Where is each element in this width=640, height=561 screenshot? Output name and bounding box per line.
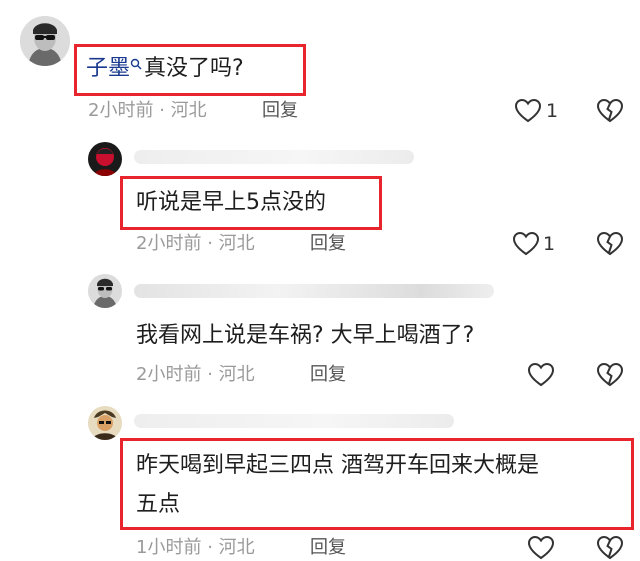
username-blurred xyxy=(134,284,494,298)
avatar-image xyxy=(88,406,122,440)
location: 河北 xyxy=(218,364,255,385)
heart-outline-icon[interactable] xyxy=(512,231,540,257)
username-blurred xyxy=(134,414,454,428)
separator: · xyxy=(159,100,165,121)
avatar-image xyxy=(20,16,70,66)
comment-meta: 2小时前 · 河北 xyxy=(88,102,207,120)
avatar[interactable] xyxy=(88,274,122,308)
username-blurred xyxy=(134,150,414,164)
comment-body: 真没了吗? xyxy=(144,56,244,81)
broken-heart-icon[interactable] xyxy=(596,362,624,388)
timestamp: 1小时前 xyxy=(136,537,202,558)
location: 河北 xyxy=(218,233,255,254)
heart-outline-icon[interactable] xyxy=(527,535,555,561)
comment-body-line2: 五点 xyxy=(136,492,181,517)
comment-meta: 2小时前 · 河北 xyxy=(136,235,255,253)
avatar-image xyxy=(88,274,122,308)
comment-meta: 1小时前 · 河北 xyxy=(136,539,255,557)
timestamp: 2小时前 xyxy=(136,233,202,254)
highlight-box xyxy=(120,438,634,530)
separator: · xyxy=(207,364,213,385)
separator: · xyxy=(207,537,213,558)
reply-button[interactable]: 回复 xyxy=(310,235,346,253)
timestamp: 2小时前 xyxy=(88,100,154,121)
location: 河北 xyxy=(170,100,207,121)
separator: · xyxy=(207,233,213,254)
comment-body-line1: 昨天喝到早起三四点 酒驾开车回来大概是 xyxy=(136,453,539,478)
avatar[interactable] xyxy=(20,16,70,66)
broken-heart-icon[interactable] xyxy=(596,231,624,257)
comment-body: 我看网上说是车祸? 大早上喝酒了? xyxy=(136,323,475,348)
avatar-image xyxy=(88,142,122,176)
avatar[interactable] xyxy=(88,142,122,176)
broken-heart-icon[interactable] xyxy=(596,535,624,561)
timestamp: 2小时前 xyxy=(136,364,202,385)
avatar[interactable] xyxy=(88,406,122,440)
search-icon[interactable] xyxy=(130,58,142,70)
reply-button[interactable]: 回复 xyxy=(262,102,298,120)
like-count: 1 xyxy=(546,100,559,122)
username[interactable]: 子墨 xyxy=(86,56,130,81)
reply-button[interactable]: 回复 xyxy=(310,366,346,384)
comment-body: 听说是早上5点没的 xyxy=(136,190,326,215)
reply-button[interactable]: 回复 xyxy=(310,539,346,557)
comment-meta: 2小时前 · 河北 xyxy=(136,366,255,384)
comment-text: 子墨 真没了吗? xyxy=(86,58,244,80)
like-count: 1 xyxy=(543,233,556,255)
broken-heart-icon[interactable] xyxy=(596,98,624,124)
heart-outline-icon[interactable] xyxy=(514,98,542,124)
location: 河北 xyxy=(218,537,255,558)
heart-outline-icon[interactable] xyxy=(527,362,555,388)
